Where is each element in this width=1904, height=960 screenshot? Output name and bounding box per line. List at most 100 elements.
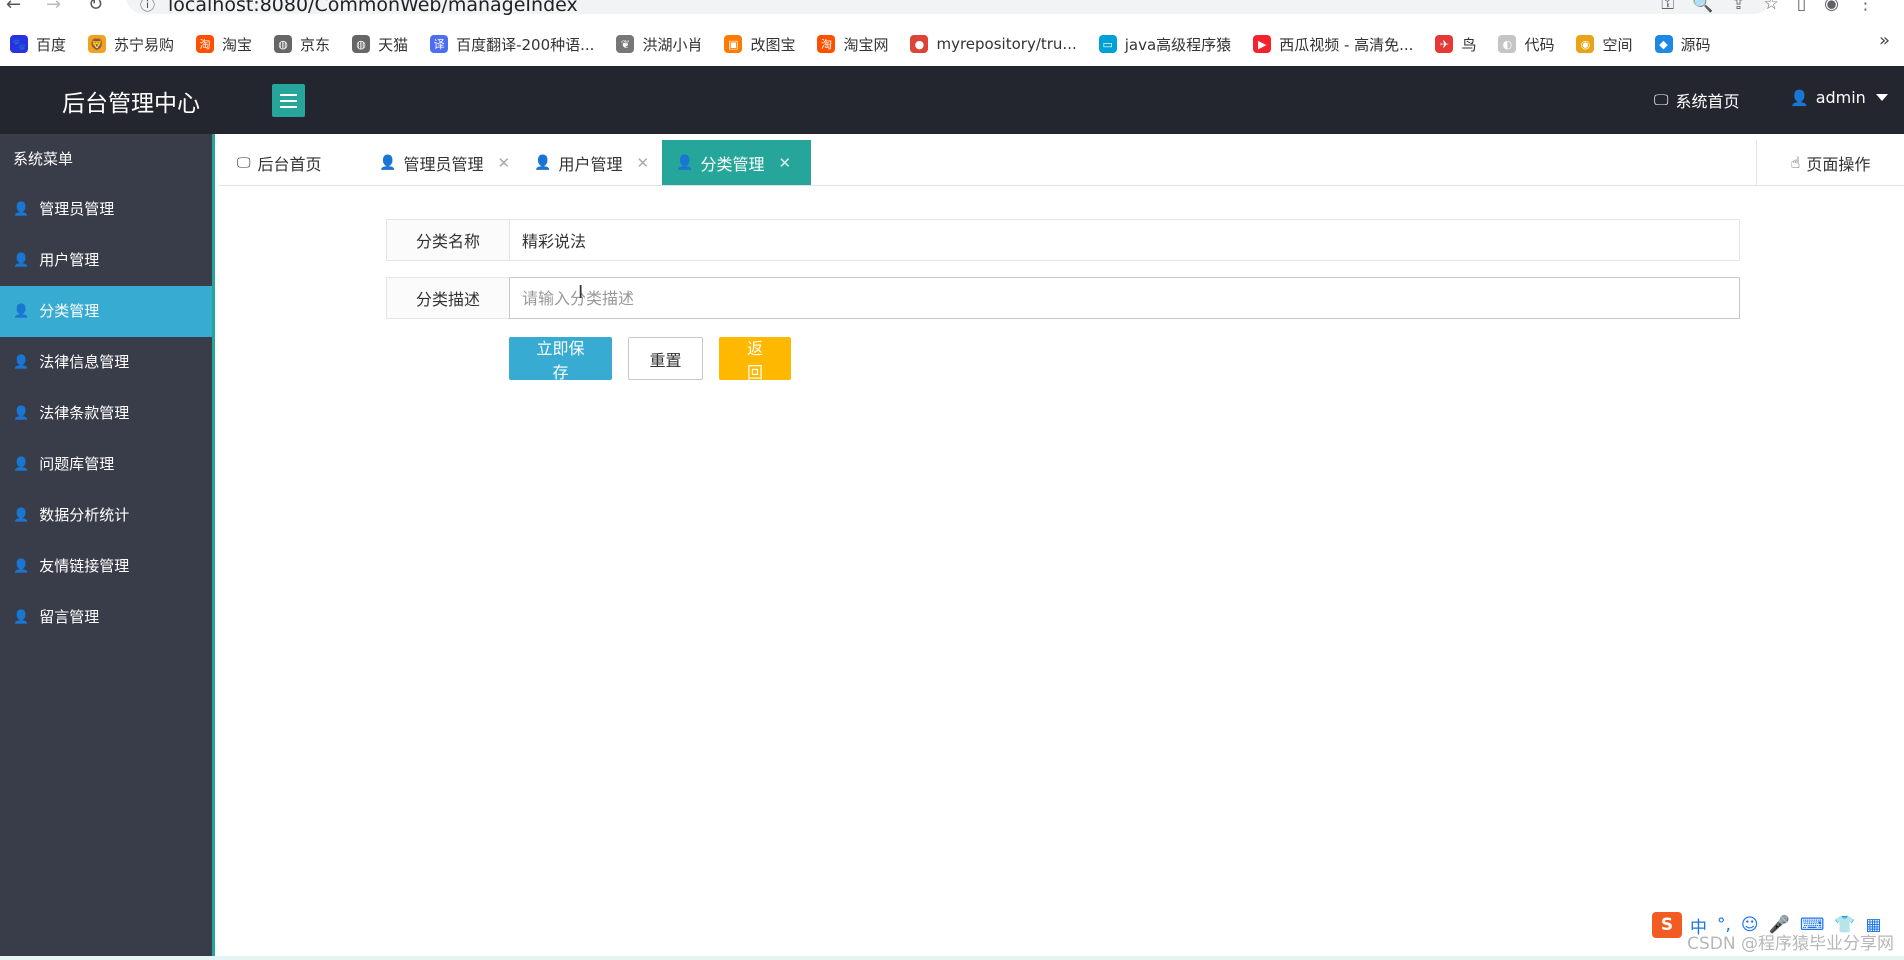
sidebar: 系统菜单 👤 管理员管理 👤 用户管理 👤 分类管理 👤 法律信息管理 👤 法律条款管理 👤 问题库管… xyxy=(0,134,215,960)
bookmark-label: 鸟 xyxy=(1461,35,1477,54)
category-desc-input[interactable] xyxy=(509,277,1740,319)
bookmark-label: myrepository/tru... xyxy=(936,35,1077,53)
globe-icon: ◍ xyxy=(274,35,293,53)
system-home-link[interactable]: 🖵 系统首页 xyxy=(1654,88,1739,112)
sidebar-item[interactable]: 👤 分类管理 xyxy=(0,286,212,337)
tab-item[interactable]: 👤 管理员管理 ✕ xyxy=(365,140,520,185)
url-text[interactable]: localhost:8080/CommonWeb/manageIndex xyxy=(168,0,578,16)
menu-toggle-button[interactable] xyxy=(272,84,305,117)
user-name: admin xyxy=(1815,88,1866,107)
browser-chrome: ← → ↻ ⓘ localhost:8080/CommonWeb/manageI… xyxy=(0,0,1904,64)
category-form: 分类名称 分类描述 立即保存 重置 返回 xyxy=(386,219,1740,382)
chrome-icon: ● xyxy=(910,35,929,53)
bookmark-item[interactable]: ▣ 改图宝 xyxy=(724,34,795,55)
sidebar-item-label: 留言管理 xyxy=(39,608,100,626)
sidebar-item-label: 分类管理 xyxy=(39,302,100,320)
sidebar-item[interactable]: 👤 管理员管理 xyxy=(0,184,212,235)
page-operations-button[interactable]: ☝ 页面操作 xyxy=(1756,140,1904,185)
tab-item[interactable]: 👤 用户管理 ✕ xyxy=(520,140,662,185)
user-icon: 👤 xyxy=(13,406,30,421)
bookmark-item[interactable]: 译百度翻译-200种语... xyxy=(430,34,594,55)
code-icon: ◐ xyxy=(1498,35,1517,53)
tab-item[interactable]: 🖵 后台首页 xyxy=(223,140,365,185)
category-name-input[interactable] xyxy=(509,219,1740,261)
sidebar-menu: 👤 管理员管理 👤 用户管理 👤 分类管理 👤 法律信息管理 👤 法律条款管理 👤 问题库管理 👤 数据分… xyxy=(0,184,212,643)
monitor-icon: 🖵 xyxy=(1654,91,1669,109)
bookmark-item[interactable]: ◍ 京东 xyxy=(274,34,330,55)
close-icon[interactable]: ✕ xyxy=(636,154,649,172)
sidebar-item[interactable]: 👤 法律条款管理 xyxy=(0,388,212,439)
bookmarks-bar: 🐾 百度 🦁 苏宁易购 淘淘宝 ◍ 京东 ◍ 天猫 译百度翻译-200种语... ❦ 洪湖小肖 ▣ 改图宝… xyxy=(0,30,1904,58)
user-icon: 👤 xyxy=(13,508,30,523)
translate-icon: 译 xyxy=(430,35,449,53)
sidebar-item[interactable]: 👤 法律信息管理 xyxy=(0,337,212,388)
sidebar-item-label: 用户管理 xyxy=(39,251,100,269)
bookmark-label: 西瓜视频 - 高清免... xyxy=(1279,35,1414,54)
bookmark-item[interactable]: 🦁 苏宁易购 xyxy=(88,34,174,55)
gaitubao-icon: ▣ xyxy=(724,35,743,53)
bookmark-item[interactable]: ❦ 洪湖小肖 xyxy=(616,34,702,55)
bookmark-item[interactable]: 淘淘宝网 xyxy=(817,34,888,55)
sidebar-item[interactable]: 👤 留言管理 xyxy=(0,592,212,643)
bookmark-item[interactable]: ▭ java高级程序猿 xyxy=(1098,34,1231,55)
bookmark-label: 百度翻译-200种语... xyxy=(456,35,595,54)
bookmark-item[interactable]: ✈ 鸟 xyxy=(1435,34,1476,55)
hand-pointer-icon: ☝ xyxy=(1790,153,1801,172)
back-button[interactable]: 返回 xyxy=(719,337,791,382)
app-header: 后台管理中心 🖵 系统首页 👤 admin xyxy=(0,66,1904,134)
forward-arrow-icon[interactable]: → xyxy=(46,0,61,15)
bookmark-item[interactable]: ◍ 天猫 xyxy=(352,34,408,55)
tab-label: 管理员管理 xyxy=(403,154,484,174)
baidu-icon: 🐾 xyxy=(10,35,28,53)
bookmark-item[interactable]: ◐ 代码 xyxy=(1498,34,1554,55)
bookmark-label: 苏宁易购 xyxy=(114,35,175,54)
tab-label: 用户管理 xyxy=(558,154,623,174)
site-info-icon[interactable]: ⓘ xyxy=(140,0,155,15)
chevron-down-icon xyxy=(1875,94,1888,101)
bookmark-label: 淘宝 xyxy=(222,35,253,54)
user-icon: 👤 xyxy=(13,355,30,370)
fish-icon: ◆ xyxy=(1654,35,1673,53)
back-arrow-icon[interactable]: ← xyxy=(6,0,21,15)
sidebar-item-label: 问题库管理 xyxy=(39,455,115,473)
bookmark-item[interactable]: ◆ 源码 xyxy=(1654,34,1711,55)
save-button[interactable]: 立即保存 xyxy=(509,337,612,382)
sidebar-item-label: 管理员管理 xyxy=(39,200,115,218)
address-bar-row: ← → ↻ ⓘ localhost:8080/CommonWeb/manageI… xyxy=(0,0,1904,16)
bookmark-item[interactable]: 淘淘宝 xyxy=(196,34,252,55)
bookmark-item[interactable]: ◉ 空间 xyxy=(1576,34,1633,55)
system-home-label: 系统首页 xyxy=(1675,92,1740,111)
category-name-row: 分类名称 xyxy=(386,219,1740,261)
bookmark-item[interactable]: ▶ 西瓜视频 - 高清免... xyxy=(1253,34,1413,55)
sidebar-item[interactable]: 👤 问题库管理 xyxy=(0,439,212,490)
bookmark-label: 百度 xyxy=(36,35,67,54)
sidebar-item[interactable]: 👤 用户管理 xyxy=(0,235,212,286)
close-icon[interactable]: ✕ xyxy=(778,154,791,172)
app-title: 后台管理中心 xyxy=(62,91,200,117)
tab-item[interactable]: 👤 分类管理 ✕ xyxy=(662,140,811,185)
sidebar-item-label: 数据分析统计 xyxy=(39,506,130,524)
hamburger-line xyxy=(280,93,297,96)
category-desc-row: 分类描述 xyxy=(386,277,1740,319)
user-menu[interactable]: 👤 admin xyxy=(1790,88,1888,107)
page-operations-label: 页面操作 xyxy=(1806,154,1871,174)
user-icon: 👤 xyxy=(534,154,552,171)
close-icon[interactable]: ✕ xyxy=(497,154,510,172)
bookmark-label: 空间 xyxy=(1602,35,1633,54)
reload-icon[interactable]: ↻ xyxy=(88,0,103,15)
bookmark-label: 改图宝 xyxy=(750,35,796,54)
sidebar-item[interactable]: 👤 友情链接管理 xyxy=(0,541,212,592)
bookmarks-more-icon[interactable]: » xyxy=(1879,30,1890,51)
hamburger-line xyxy=(280,105,297,108)
monitor-icon: 🖵 xyxy=(237,154,251,171)
browser-toolbar-icons[interactable]: ⚿🔍⇪☆▯◉⋮ xyxy=(1661,0,1892,14)
user-icon: 👤 xyxy=(13,202,30,217)
sidebar-item-label: 法律条款管理 xyxy=(39,404,130,422)
tab-bar: 🖵 后台首页 👤 管理员管理 ✕ 👤 用户管理 ✕ 👤 分类管理 ✕ ☝ 页面操作 xyxy=(218,140,1904,186)
bookmark-label: 淘宝网 xyxy=(843,35,889,54)
user-icon: 👤 xyxy=(13,610,30,625)
bookmark-item[interactable]: 🐾 百度 xyxy=(10,34,66,55)
bookmark-item[interactable]: ● myrepository/tru... xyxy=(910,35,1077,53)
reset-button[interactable]: 重置 xyxy=(628,337,703,380)
sidebar-item[interactable]: 👤 数据分析统计 xyxy=(0,490,212,541)
